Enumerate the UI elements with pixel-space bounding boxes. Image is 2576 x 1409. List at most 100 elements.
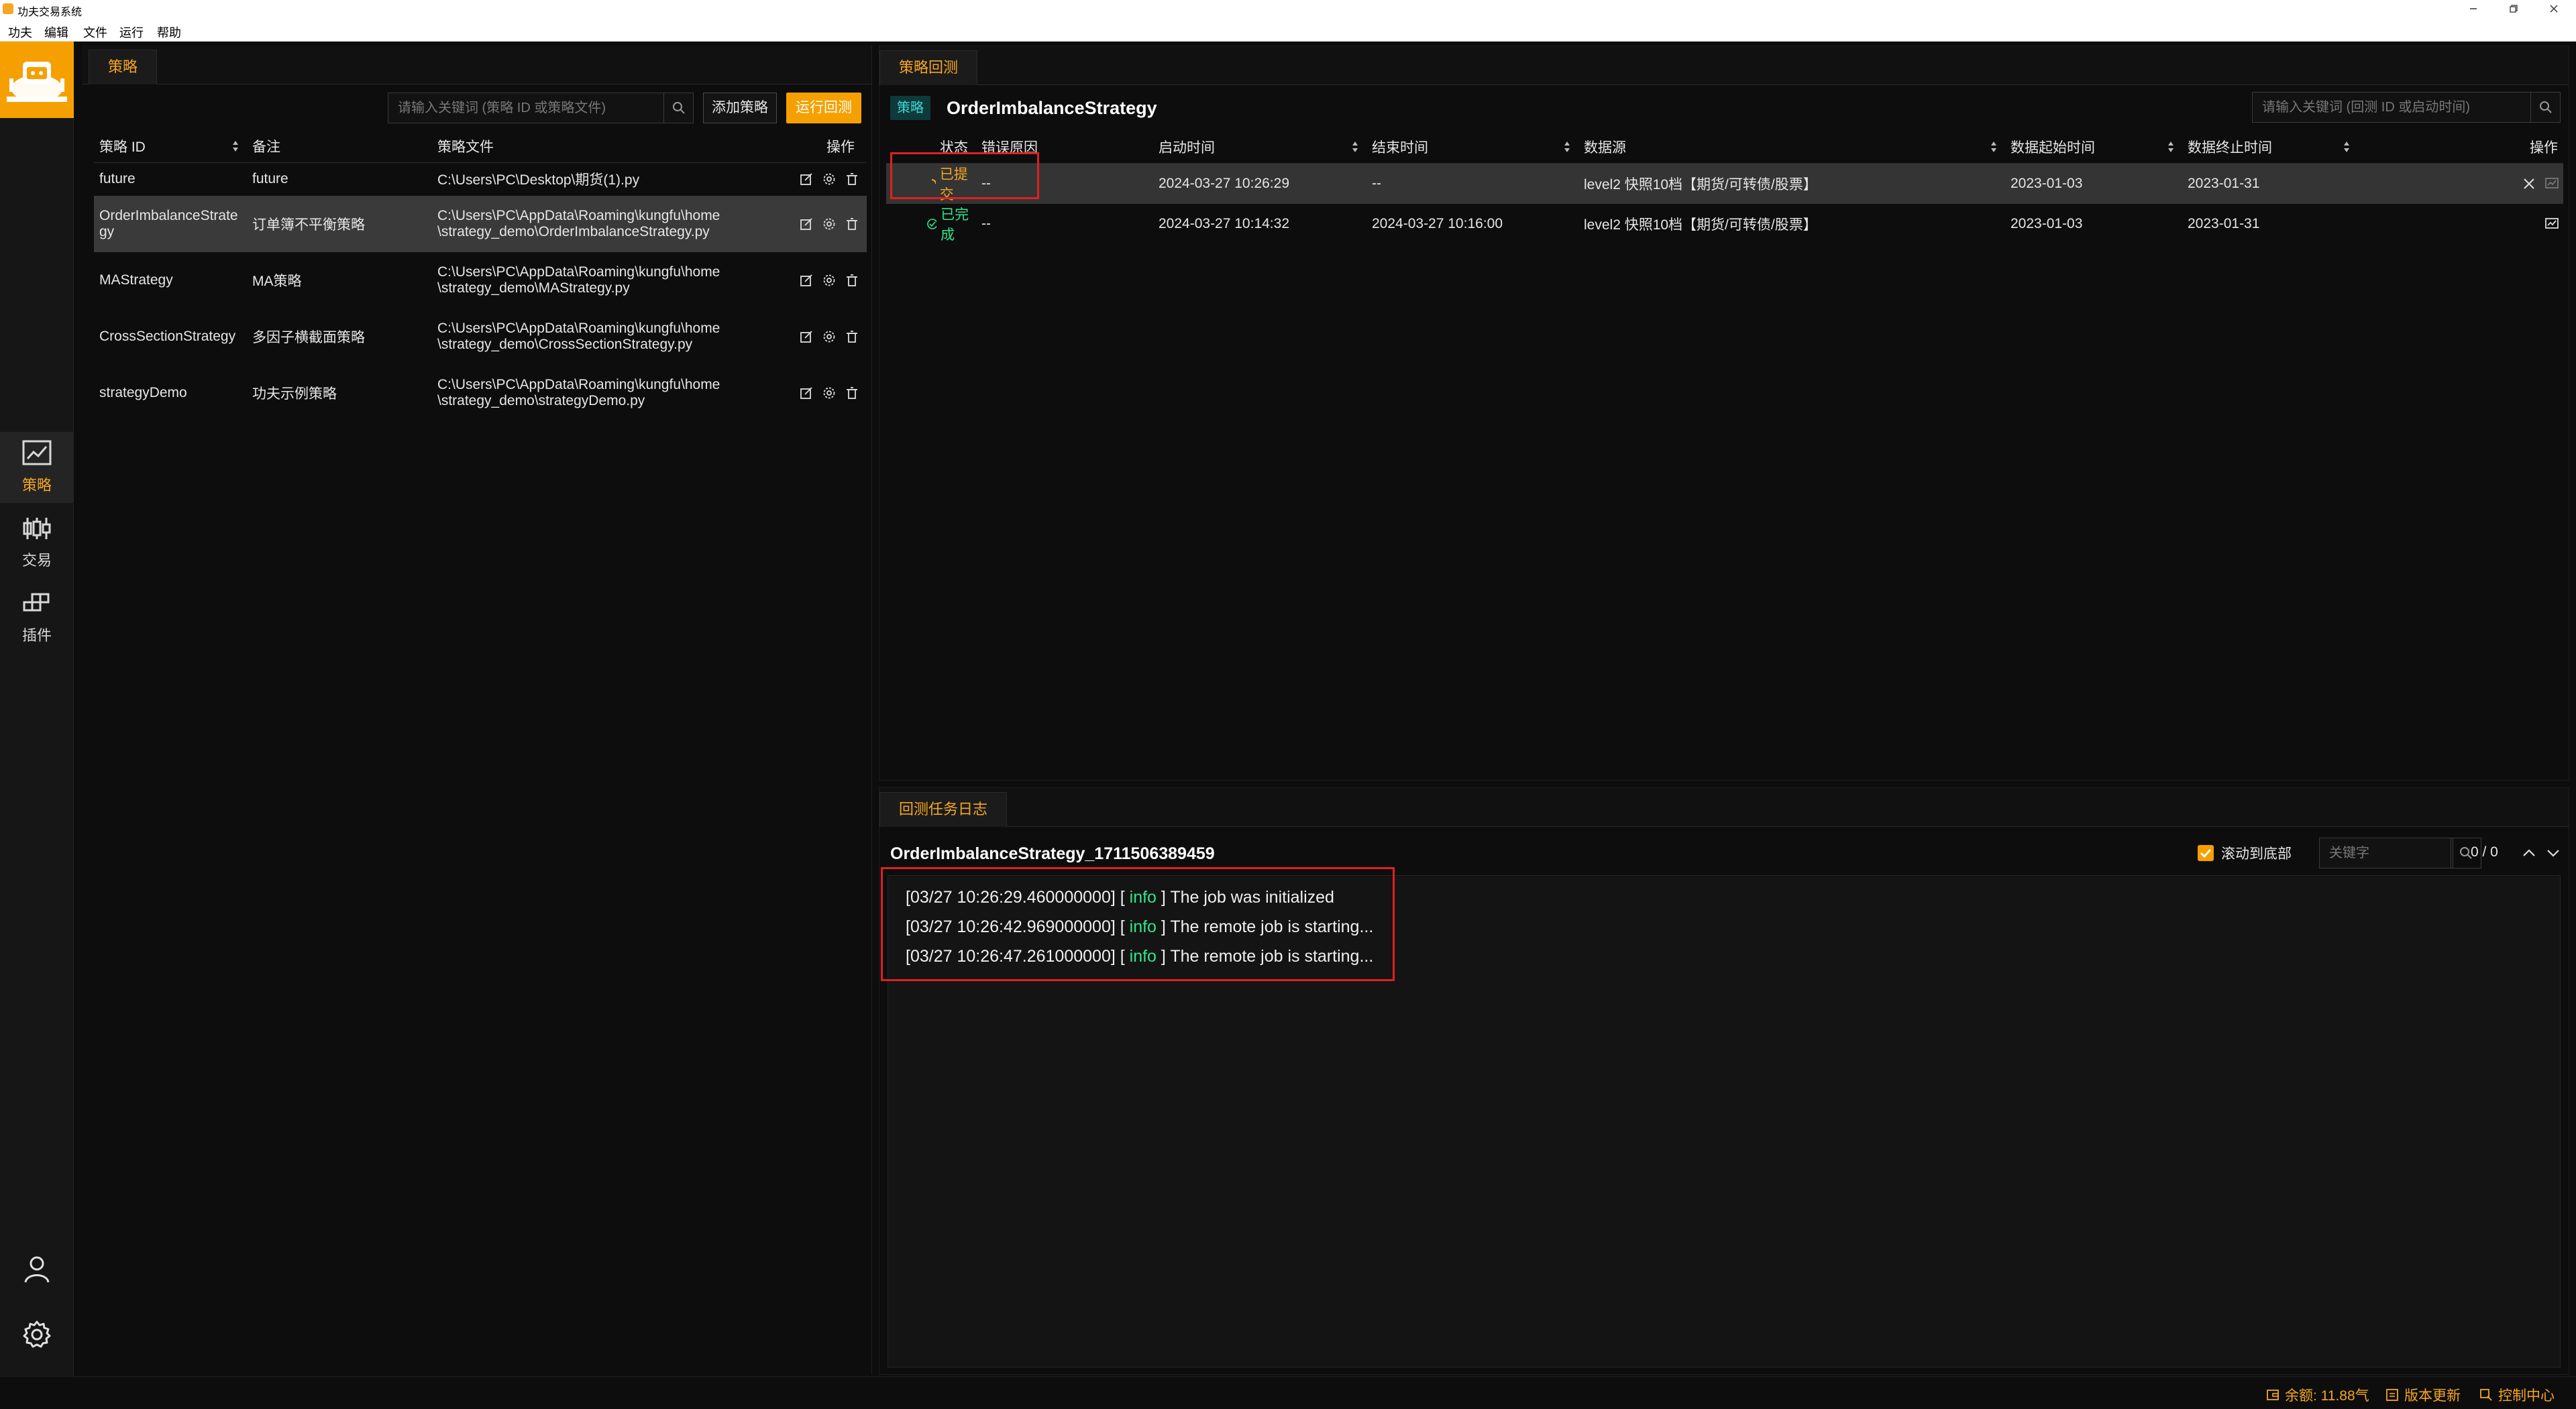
settings-icon[interactable] (822, 386, 836, 400)
col-file: 策略文件 (432, 130, 781, 163)
scroll-to-bottom-label: 滚动到底部 (2221, 846, 2292, 862)
minimize-icon[interactable] (2466, 1, 2481, 16)
menu-item-help[interactable]: 帮助 (157, 23, 181, 41)
delete-icon[interactable] (845, 172, 859, 186)
end-time-cell: 2024-03-27 10:16:00 (1372, 215, 1503, 231)
table-row[interactable]: CrossSectionStrategy 多因子横截面策略 C:\Users\P… (94, 308, 867, 365)
col-data-start[interactable]: 数据起始时间 (2005, 131, 2182, 164)
backtest-search-input[interactable]: 请输入关键词 (回测 ID 或启动时间) (2252, 92, 2561, 123)
strategy-search-input[interactable]: 请输入关键词 (策略 ID 或策略文件) (388, 93, 694, 123)
restore-icon[interactable] (2506, 1, 2521, 16)
wallet-icon (2267, 1390, 2279, 1400)
status-bar: 余额: 11.88气 版本更新 控制中心 (0, 1376, 2576, 1409)
settings-icon[interactable] (822, 330, 836, 343)
sort-icon[interactable] (1352, 140, 1358, 154)
nav-plugins[interactable]: 插件 (0, 582, 74, 653)
menu-item-run[interactable]: 运行 (119, 23, 144, 41)
close-icon[interactable] (2523, 178, 2535, 190)
sort-icon[interactable] (2167, 140, 2174, 154)
log-tabstrip: 回测任务日志 (879, 788, 2569, 827)
table-row[interactable]: OrderImbalanceStrate gy 订单簿不平衡策略 C:\Users… (94, 196, 867, 252)
app-icon (3, 3, 13, 14)
balance-indicator[interactable]: 余额: 11.88气 (2266, 1385, 2369, 1405)
strategy-id: CrossSectionStrategy (99, 329, 236, 344)
col-strategy-id[interactable]: 策略 ID (94, 130, 247, 163)
close-window-icon[interactable] (2546, 1, 2561, 16)
table-row[interactable]: strategyDemo 功夫示例策略 C:\Users\PC\AppData\… (94, 365, 867, 421)
strategy-id: future (99, 171, 136, 187)
nav-trade[interactable]: 交易 (0, 507, 74, 578)
checkbox-checked-icon[interactable] (2197, 844, 2214, 862)
log-output[interactable]: [03/27 10:26:29.460000000] [ info ] The … (888, 875, 2561, 1367)
col-actions: 操作 (781, 130, 867, 163)
log-job-title: OrderImbalanceStrategy_1711506389459 (890, 844, 1215, 863)
chevron-down-icon[interactable] (2546, 846, 2561, 860)
tab-backtest[interactable]: 策略回测 (879, 50, 978, 85)
strategy-file: C:\Users\PC\AppData\Roaming\kungfu\home \… (437, 321, 720, 352)
delete-icon[interactable] (845, 274, 859, 287)
table-row[interactable]: 已提交 -- 2024-03-27 10:26:29 -- level2 快照1… (886, 163, 2563, 204)
settings-icon[interactable] (822, 172, 836, 186)
col-datasource[interactable]: 数据源 (1578, 131, 2005, 164)
edit-icon[interactable] (800, 274, 813, 287)
settings-icon[interactable] (822, 274, 836, 287)
col-end-time[interactable]: 结束时间 (1366, 131, 1578, 164)
log-panel: 回测任务日志 OrderImbalanceStrategy_1711506389… (879, 787, 2569, 1375)
sort-icon[interactable] (1990, 140, 1997, 154)
table-row[interactable]: future future C:\Users\PC\Desktop\期货(1).… (94, 162, 867, 196)
run-backtest-button[interactable]: 运行回测 (786, 93, 861, 123)
sort-icon[interactable] (232, 139, 239, 153)
strategy-note: 订单簿不平衡策略 (252, 217, 365, 233)
menu-item-kungfu[interactable]: 功夫 (8, 23, 32, 41)
status-badge: 已完成 (926, 204, 976, 244)
edit-icon[interactable] (800, 330, 813, 343)
loading-spinner-icon (931, 178, 936, 184)
log-keyword-input[interactable]: 关键字 (2319, 838, 2453, 868)
backtest-strategy-title: OrderImbalanceStrategy (947, 98, 1157, 118)
menu-bar: 功夫 编辑 文件 运行 帮助 (0, 19, 2576, 42)
edit-icon[interactable] (800, 172, 813, 186)
data-end-cell: 2023-01-31 (2188, 175, 2260, 191)
control-center-link[interactable]: 控制中心 (2479, 1385, 2555, 1405)
col-data-end[interactable]: 数据终止时间 (2182, 131, 2358, 164)
backtest-tabstrip: 策略回测 (879, 46, 2569, 85)
user-icon[interactable] (22, 1254, 52, 1284)
col-error: 错误原因 (976, 131, 1153, 164)
nav-strategy[interactable]: 策略 (0, 432, 74, 503)
col-status: 状态 (886, 131, 976, 164)
delete-icon[interactable] (845, 330, 859, 343)
status-cell: 已完成 (886, 204, 976, 244)
tab-backtest-log[interactable]: 回测任务日志 (879, 792, 1008, 827)
version-update-link[interactable]: 版本更新 (2385, 1385, 2461, 1405)
scroll-to-bottom-toggle[interactable]: 滚动到底部 (2197, 843, 2292, 863)
data-start-cell: 2023-01-03 (2010, 175, 2083, 191)
report-icon[interactable] (2544, 177, 2561, 190)
delete-icon[interactable] (845, 217, 859, 231)
settings-icon[interactable] (822, 217, 836, 231)
gear-icon[interactable] (22, 1320, 52, 1349)
search-icon[interactable] (663, 93, 693, 123)
delete-icon[interactable] (845, 386, 859, 400)
col-start-time[interactable]: 启动时间 (1153, 131, 1366, 164)
report-icon[interactable] (2544, 217, 2561, 231)
data-start-cell: 2023-01-03 (2010, 215, 2083, 231)
nav-trade-label: 交易 (21, 552, 52, 569)
search-icon[interactable] (2530, 93, 2560, 122)
tab-strategy[interactable]: 策略 (89, 50, 158, 84)
search-result-counter: 0 / 0 (2471, 844, 2498, 860)
table-row[interactable]: MAStrategy MA策略 C:\Users\PC\AppData\Roam… (94, 252, 867, 308)
chevron-up-icon[interactable] (2522, 846, 2536, 860)
table-row[interactable]: 已完成 -- 2024-03-27 10:14:32 2024-03-27 10… (886, 204, 2563, 244)
sort-icon[interactable] (2343, 140, 2350, 154)
edit-icon[interactable] (800, 386, 813, 400)
menu-item-file[interactable]: 文件 (83, 23, 107, 41)
candlestick-icon (22, 515, 52, 542)
log-keyword-placeholder: 关键字 (2329, 846, 2369, 860)
backtest-panel: 策略回测 策略 OrderImbalanceStrategy 请输入关键词 (回… (879, 46, 2569, 781)
add-strategy-button[interactable]: 添加策略 (703, 93, 777, 123)
status-badge: 已提交 (926, 164, 976, 204)
log-line: [03/27 10:26:42.969000000] [ info ] The … (906, 917, 1374, 936)
edit-icon[interactable] (800, 217, 813, 231)
sort-icon[interactable] (1564, 140, 1570, 154)
menu-item-edit[interactable]: 编辑 (44, 23, 68, 41)
